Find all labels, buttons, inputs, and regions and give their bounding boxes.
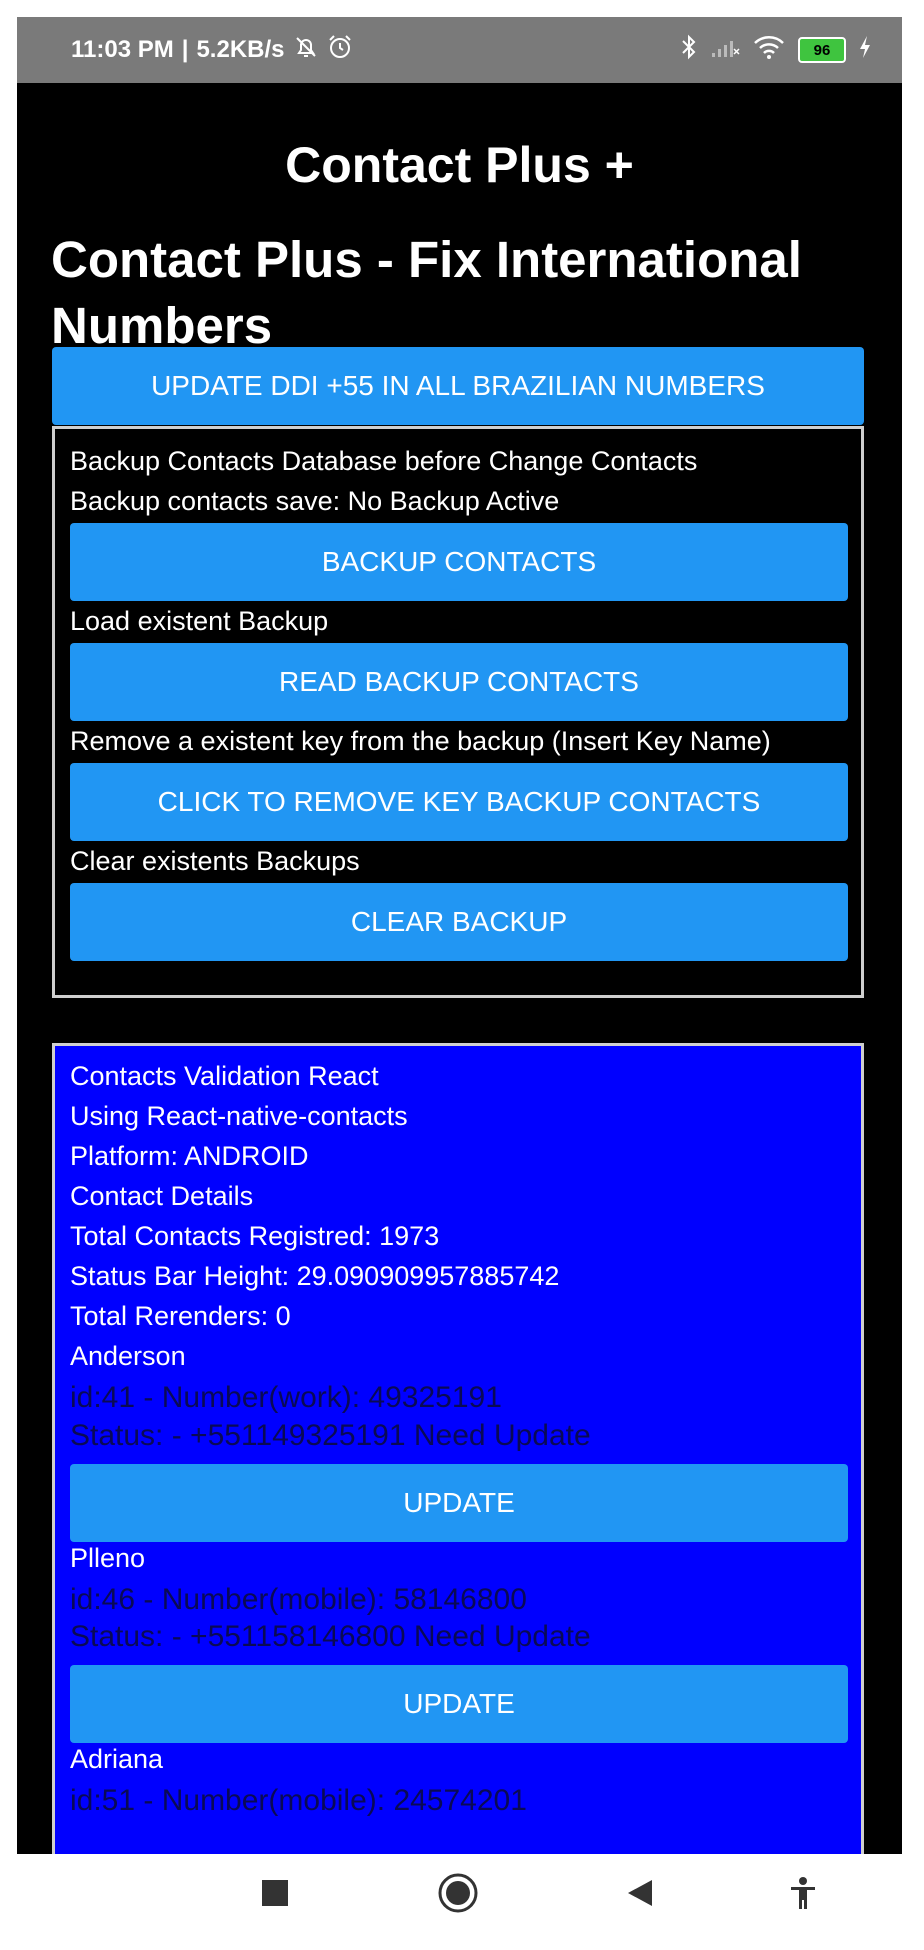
screen-title: Contact Plus - Fix International Numbers <box>51 231 802 354</box>
update-ddi-button[interactable]: UPDATE DDI +55 IN ALL BRAZILIAN NUMBERS <box>52 347 864 425</box>
backup-intro-text: Backup Contacts Database before Change C… <box>70 446 698 476</box>
update-contact-button[interactable]: UPDATE <box>70 1665 848 1743</box>
remove-key-button[interactable]: CLICK TO REMOVE KEY BACKUP CONTACTS <box>70 763 848 841</box>
contact-number: id:51 - Number(mobile): 24574201 <box>70 1784 527 1817</box>
status-left: 11:03 PM | 5.2KB/s <box>71 17 353 83</box>
battery-icon: 96 <box>798 37 846 63</box>
info-rerenders: Total Rerenders: 0 <box>70 1301 291 1331</box>
navigation-bar <box>17 1854 902 1932</box>
charging-icon <box>858 34 872 67</box>
back-triangle-icon[interactable] <box>600 1854 680 1932</box>
contact-number: id:46 - Number(mobile): 58146800 <box>70 1583 527 1616</box>
alarm-icon <box>327 34 353 67</box>
contact-number: id:41 - Number(work): 49325191 <box>70 1381 502 1414</box>
recents-square-icon[interactable] <box>235 1854 315 1932</box>
remove-key-label: Remove a existent key from the backup (I… <box>70 726 771 756</box>
contact-name: Anderson <box>70 1341 186 1371</box>
info-status-bar-height: Status Bar Height: 29.090909957885742 <box>70 1261 560 1291</box>
clear-backup-button[interactable]: CLEAR BACKUP <box>70 883 848 961</box>
status-time: 11:03 PM <box>71 36 174 63</box>
contacts-validation-panel: Contacts Validation React Using React-na… <box>52 1043 864 1932</box>
wifi-icon <box>752 34 786 67</box>
contact-status: Status: - +551149325191 Need Update <box>70 1419 591 1452</box>
info-details: Contact Details <box>70 1181 254 1211</box>
backup-save-status: Backup contacts save: No Backup Active <box>70 486 560 516</box>
read-backup-button[interactable]: READ BACKUP CONTACTS <box>70 643 848 721</box>
home-circle-icon[interactable] <box>418 1854 498 1932</box>
contact-status: Status: - +551158146800 Need Update <box>70 1620 591 1653</box>
info-title: Contacts Validation React <box>70 1061 379 1091</box>
network-speed: 5.2KB/s <box>196 36 285 63</box>
info-library: Using React-native-contacts <box>70 1101 408 1131</box>
app-title: Contact Plus + <box>285 137 634 193</box>
status-right: 96 <box>680 17 872 83</box>
status-separator: | <box>181 36 189 63</box>
phone-screen: 11:03 PM | 5.2KB/s 96 Contact Plus + Con… <box>17 17 902 1932</box>
bluetooth-icon <box>680 34 698 67</box>
load-backup-label: Load existent Backup <box>70 606 329 636</box>
backup-panel: Backup Contacts Database before Change C… <box>52 426 864 998</box>
clear-backups-label: Clear existents Backups <box>70 846 360 876</box>
muted-bell-icon <box>293 34 319 67</box>
contact-name: Adriana <box>70 1744 164 1774</box>
accessibility-icon[interactable] <box>763 1854 843 1932</box>
info-total-contacts: Total Contacts Registred: 1973 <box>70 1221 440 1251</box>
info-platform: Platform: ANDROID <box>70 1141 309 1171</box>
status-bar: 11:03 PM | 5.2KB/s 96 <box>17 17 902 83</box>
backup-contacts-button[interactable]: BACKUP CONTACTS <box>70 523 848 601</box>
update-contact-button[interactable]: UPDATE <box>70 1464 848 1542</box>
signal-icon <box>710 35 740 66</box>
contact-name: Plleno <box>70 1543 146 1573</box>
